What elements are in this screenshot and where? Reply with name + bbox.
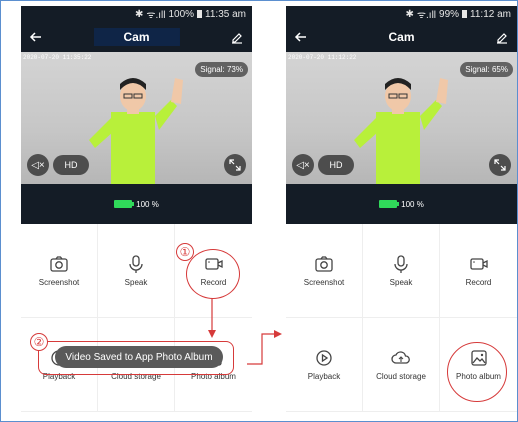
photo-album-highlight-circle <box>447 342 507 402</box>
battery-icon <box>197 10 203 18</box>
bluetooth-icon: ✱ <box>134 8 144 20</box>
mute-button[interactable]: ◁× <box>27 154 49 176</box>
clock: 11:12 am <box>470 8 511 20</box>
record-button[interactable]: Record <box>440 224 517 318</box>
cloud-storage-button[interactable]: Cloud storage <box>363 318 440 412</box>
camera-video-feed[interactable]: 2020-07-20 11:12:22 Signal: 65% ◁× HD <box>286 52 517 184</box>
status-bar: ✱ ᯤ.ıll 99% 11:12 am <box>286 6 517 22</box>
video-timestamp: 2020-07-20 11:12:22 <box>288 54 357 61</box>
action-label: Screenshot <box>38 278 80 287</box>
camera-video-feed[interactable]: 2020-07-20 11:35:22 Signal: 73% ◁× HD <box>21 52 252 184</box>
signal-badge: Signal: 73% <box>195 62 248 77</box>
battery-level-text: 100 % <box>401 199 424 209</box>
battery-percent: 99% <box>439 8 460 20</box>
battery-level-icon <box>379 200 400 208</box>
hd-button[interactable]: HD <box>53 155 89 175</box>
app-bar: Cam <box>21 22 252 52</box>
action-label: Playback <box>307 372 341 381</box>
screenshot-button[interactable]: Screenshot <box>21 224 98 318</box>
hd-button[interactable]: HD <box>318 155 354 175</box>
camera-icon <box>50 256 68 272</box>
edit-pencil-icon[interactable] <box>230 30 244 44</box>
action-label: Record <box>465 278 492 287</box>
microphone-icon <box>129 255 143 273</box>
video-camera-icon <box>469 258 488 270</box>
signal-icon: ᯤ.ıll <box>146 10 166 21</box>
edit-pencil-icon[interactable] <box>495 30 509 44</box>
signal-icon: ᯤ.ıll <box>416 10 437 21</box>
bluetooth-icon: ✱ <box>405 8 414 20</box>
status-bar: ✱ ᯤ.ıll 100% 11:35 am <box>21 6 252 22</box>
battery-percent: 100% <box>168 8 195 20</box>
fullscreen-button[interactable] <box>489 154 511 176</box>
battery-icon <box>462 10 468 18</box>
cloud-icon <box>391 351 410 364</box>
speaker-mute-icon: ◁× <box>296 159 310 171</box>
screenshot-button[interactable]: Screenshot <box>286 224 363 318</box>
action-label: Screenshot <box>303 278 345 287</box>
battery-status: 100 % <box>21 184 252 224</box>
battery-level-text: 100 % <box>136 199 159 209</box>
step-two-marker: ② <box>30 333 48 351</box>
action-label: Cloud storage <box>376 372 426 381</box>
action-label: Speak <box>124 278 148 287</box>
fullscreen-button[interactable] <box>224 154 246 176</box>
back-arrow-icon[interactable] <box>29 30 43 44</box>
signal-badge: Signal: 65% <box>460 62 513 77</box>
playback-button[interactable]: Playback <box>286 318 363 412</box>
battery-status: 100 % <box>286 184 517 224</box>
microphone-icon <box>394 255 408 273</box>
back-arrow-icon[interactable] <box>294 30 308 44</box>
page-title: Cam <box>93 28 180 46</box>
battery-level-icon <box>114 200 135 208</box>
camera-icon <box>315 256 333 272</box>
step-one-marker: ① <box>176 243 194 261</box>
speak-button[interactable]: Speak <box>98 224 175 318</box>
record-highlight-circle <box>186 249 240 299</box>
expand-icon <box>229 159 241 171</box>
page-title: Cam <box>388 30 415 44</box>
video-timestamp: 2020-07-20 11:35:22 <box>23 54 92 61</box>
speaker-mute-icon: ◁× <box>31 159 45 171</box>
playback-icon <box>316 350 332 366</box>
action-label: Speak <box>389 278 413 287</box>
toast-message: Video Saved to App Photo Album <box>55 346 223 368</box>
expand-icon <box>494 159 506 171</box>
clock: 11:35 am <box>205 8 246 20</box>
app-bar: Cam <box>286 22 517 52</box>
speak-button[interactable]: Speak <box>363 224 440 318</box>
mute-button[interactable]: ◁× <box>292 154 314 176</box>
